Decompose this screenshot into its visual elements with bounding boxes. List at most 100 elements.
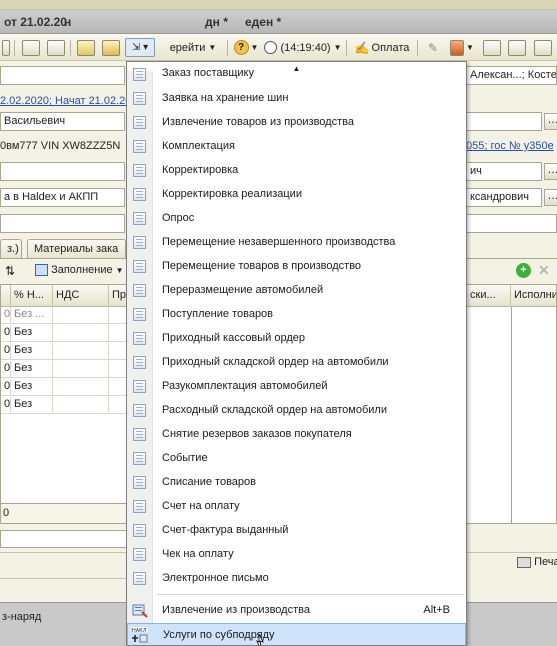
customer-field[interactable]: Алексан...; Костен [466,66,557,85]
table-row[interactable]: 0 Без [1,379,126,396]
menu-item[interactable]: Заказ поставщику [127,63,466,87]
payment-button[interactable]: ✍ Оплата [350,38,414,57]
menu-item[interactable]: Счет на оплату [127,495,466,519]
menu-item[interactable]: Чек на оплату [127,543,466,567]
menu-item[interactable]: Электронное письмо [127,567,466,591]
print-button[interactable]: Печа [517,556,557,568]
svg-text:НАКЛ: НАКЛ [132,628,147,634]
table-row[interactable]: 0 Без ... [1,307,126,324]
table-row[interactable]: 0 Без [1,325,126,342]
menu-item[interactable]: Корректировка реализации [127,183,466,207]
sort-icon[interactable]: ⇅ [5,264,15,278]
add-row-icon[interactable]: + [516,263,531,278]
menu-item-label: Перемещение незавершенного производства [162,236,396,248]
menu-item[interactable]: Комплектация [127,135,466,159]
field-empty-3[interactable] [466,214,557,233]
row-vat-amount [53,325,109,342]
menu-item-label: Расходный складской ордер на автомобили [162,404,387,416]
menu-item[interactable]: Снятие резервов заказов покупателя [127,423,466,447]
goto-button[interactable]: ерейти ▼ [160,38,226,57]
menu-item-extract-from-production[interactable]: Извлечение из производства Alt+B [127,599,466,623]
reason-field[interactable]: а в Haldex и АКПП [0,188,125,207]
form-icon[interactable] [20,38,42,57]
create-icon: ⇲ ▾ [131,42,149,53]
tab-materials[interactable]: Материалы зака [27,239,126,259]
time-button[interactable]: (14:19:40) ▼ [263,38,343,57]
menu-item-label: Корректировка реализации [162,188,302,200]
table-row[interactable]: 0 Без [1,343,126,360]
grid-header-discount[interactable]: ски... [467,285,511,307]
name-field[interactable]: Васильевич [0,112,125,131]
menu-item[interactable]: Корректировка [127,159,466,183]
menu-item-label: Приходный складской ордер на автомобили [162,356,389,368]
fill-button[interactable]: Заполнение ▼ [35,264,124,277]
grid-header-vat-rate[interactable]: % Н... [11,285,53,307]
chevron-down-icon: ▼ [115,266,124,275]
menu-item-label: Извлечение из производства [162,604,310,616]
comment-field[interactable] [0,530,127,548]
name-field-right[interactable] [466,112,542,131]
goto-label: ерейти [169,41,206,54]
menu-item[interactable]: Событие [127,447,466,471]
row-num: 0 [1,379,11,396]
structure-icon[interactable] [481,38,503,57]
vehicle-field[interactable]: 0вм777 VIN XW8ZZZ5N [0,140,120,152]
field-empty[interactable] [0,162,125,181]
document-icon [133,428,146,441]
edit-icon[interactable] [75,38,97,57]
table-row[interactable]: 0 Без [1,397,126,414]
toolbar-separator [70,40,71,56]
menu-item[interactable]: Счет-фактура выданный [127,519,466,543]
menu-separator [157,594,464,595]
field-ich[interactable]: ич [466,162,542,181]
menu-item[interactable]: Перемещение товаров в производство [127,255,466,279]
date-link[interactable]: 2.02.2020; Начат 21.02.20 [0,95,131,107]
select-button[interactable]: … [544,113,557,130]
document-icon [133,284,146,297]
row-num: 0 [1,307,11,324]
menu-item[interactable]: Списание товаров [127,471,466,495]
select-button[interactable]: … [544,189,557,206]
grid-header-executor[interactable]: Исполни [511,285,556,307]
report-icon[interactable] [531,38,555,57]
person-field[interactable]: ксандрович [466,188,542,207]
menu-item[interactable]: Расходный складской ордер на автомобили [127,399,466,423]
tab-services[interactable]: з.) [0,239,22,259]
help-button[interactable]: ? ▼ [231,38,261,57]
menu-item-subcontract-services[interactable]: НАКЛ Услуги по субподряду [127,623,466,645]
row-vat-amount [53,379,109,396]
menu-item[interactable]: Переразмещение автомобилей [127,279,466,303]
create-based-on-button[interactable]: ⇲ ▾ [125,38,155,57]
select-button[interactable]: … [544,163,557,180]
vehicle-link-text[interactable]: 055; гос № у350е [466,140,554,152]
grid-header-vat[interactable]: НДС [53,285,109,307]
menu-item[interactable]: Опрос [127,207,466,231]
fill-label: Заполнение [51,264,113,277]
menu-item[interactable]: Перемещение незавершенного производства [127,231,466,255]
menu-item[interactable]: Извлечение товаров из производства [127,111,466,135]
grid-header-pr[interactable]: Пр [109,285,126,307]
document-icon [133,164,146,177]
field-empty-2[interactable] [0,214,125,233]
document-icon[interactable] [45,38,67,57]
create-based-on-menu: ▲ Заказ поставщику Заявка на хранение ши… [126,61,467,646]
print-menu-button[interactable]: ▼ [448,38,476,57]
date-link-text[interactable]: 2.02.2020; Начат 21.02.20 [0,95,131,107]
header-field-left[interactable] [0,66,125,85]
title-part-2: еден * [245,15,282,29]
menu-item-label: Извлечение товаров из производства [162,116,354,128]
menu-item[interactable]: Приходный кассовый ордер [127,327,466,351]
menu-item[interactable]: Приходный складской ордер на автомобили [127,351,466,375]
menu-item[interactable]: Разукомплектация автомобилей [127,375,466,399]
menu-item[interactable]: Поступление товаров [127,303,466,327]
toolbar-edge-button[interactable] [1,38,11,57]
menu-item[interactable]: Заявка на хранение шин [127,87,466,111]
folder-icon[interactable] [100,38,122,57]
delete-row-icon[interactable]: ✕ [538,262,550,279]
table-row[interactable]: 0 Без [1,361,126,378]
vehicle-link[interactable]: 055; гос № у350е [466,140,554,152]
signature-icon[interactable]: ✎ [421,38,445,57]
list-icon[interactable] [506,38,528,57]
menu-item-label: Счет на оплату [162,500,240,512]
title-part-1: дн * [205,15,228,29]
